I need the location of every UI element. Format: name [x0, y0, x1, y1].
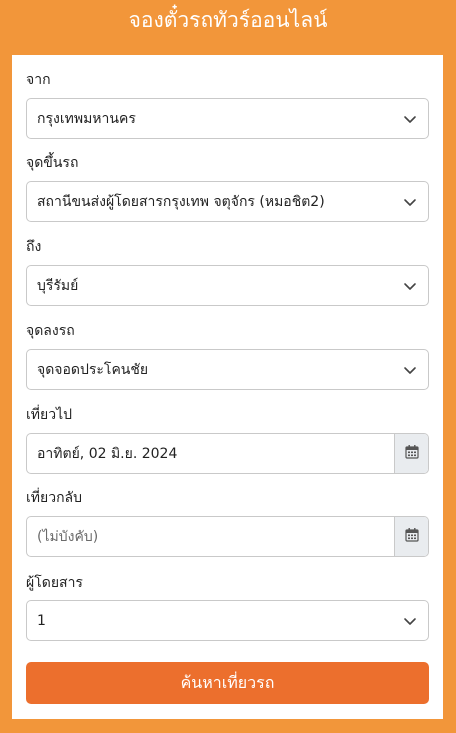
depart-calendar-button[interactable] — [394, 434, 428, 473]
dropoff-value: จุดจอดประโคนชัย — [37, 361, 149, 378]
pickup-value: สถานีขนส่งผู้โดยสารกรุงเทพ จตุจักร (หมอช… — [37, 193, 325, 210]
passengers-label: ผู้โดยสาร — [26, 575, 83, 591]
pickup-select[interactable]: สถานีขนส่งผู้โดยสารกรุงเทพ จตุจักร (หมอช… — [26, 181, 429, 222]
calendar-icon — [404, 444, 419, 463]
from-value: กรุงเทพมหานคร — [37, 110, 136, 127]
chevron-down-icon — [392, 601, 428, 640]
dropoff-label: จุดลงรถ — [26, 323, 75, 339]
chevron-down-icon — [392, 99, 428, 138]
dropoff-select[interactable]: จุดจอดประโคนชัย — [26, 349, 429, 390]
to-select[interactable]: บุรีรัมย์ — [26, 265, 429, 306]
depart-date-field: อาทิตย์, 02 มิ.ย. 2024 — [26, 433, 429, 474]
passengers-value: 1 — [37, 612, 46, 629]
calendar-icon — [404, 527, 419, 546]
return-label: เที่ยวกลับ — [26, 490, 83, 506]
return-date-field: (ไม่บังคับ) — [26, 516, 429, 557]
depart-date-input[interactable]: อาทิตย์, 02 มิ.ย. 2024 — [27, 434, 394, 473]
booking-form: จาก กรุงเทพมหานคร จุดขึ้นรถ สถานีขนส่งผู… — [12, 55, 443, 719]
return-calendar-button[interactable] — [394, 517, 428, 556]
depart-label: เที่ยวไป — [26, 407, 73, 423]
to-label: ถึง — [26, 239, 42, 255]
page-title: จองตั๋วรถทัวร์ออนไลน์ — [128, 8, 328, 32]
chevron-down-icon — [392, 182, 428, 221]
chevron-down-icon — [392, 350, 428, 389]
passengers-select[interactable]: 1 — [26, 600, 429, 641]
return-date-input[interactable]: (ไม่บังคับ) — [27, 517, 394, 556]
chevron-down-icon — [392, 266, 428, 305]
from-select[interactable]: กรุงเทพมหานคร — [26, 98, 429, 139]
to-value: บุรีรัมย์ — [37, 277, 79, 294]
pickup-label: จุดขึ้นรถ — [26, 155, 79, 171]
search-trips-button[interactable]: ค้นหาเที่ยวรถ — [26, 662, 429, 704]
from-label: จาก — [26, 72, 51, 88]
